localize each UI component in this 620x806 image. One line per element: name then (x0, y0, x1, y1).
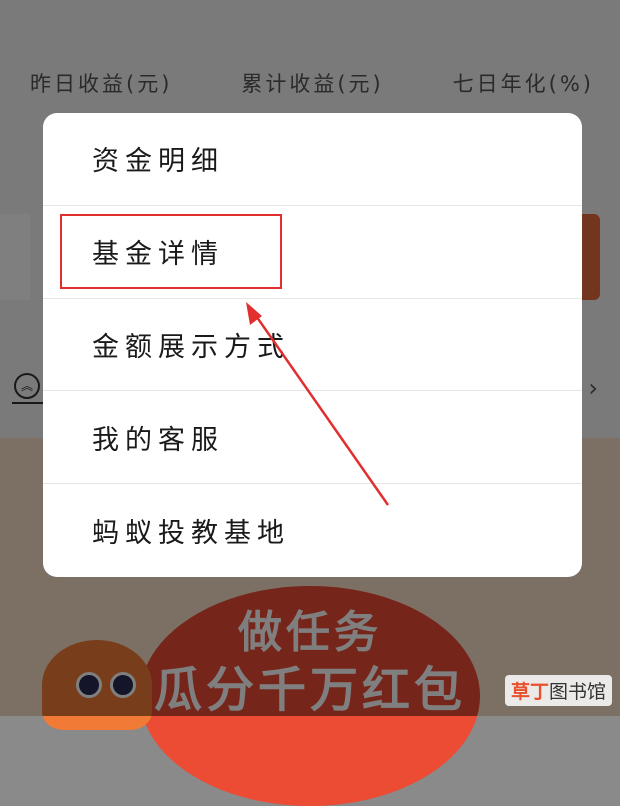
menu-item-amount-display[interactable]: 金额展示方式 (43, 299, 582, 392)
watermark: 草丁图书馆 (504, 675, 612, 706)
watermark-text: 图书馆 (548, 681, 606, 703)
menu-item-investor-education[interactable]: 蚂蚁投教基地 (43, 484, 582, 577)
more-options-menu: 资金明细 基金详情 金额展示方式 我的客服 蚂蚁投教基地 (43, 113, 582, 577)
menu-item-fund-details-flow[interactable]: 资金明细 (43, 113, 582, 206)
watermark-accent: 草丁 (510, 681, 549, 703)
menu-item-customer-service[interactable]: 我的客服 (43, 391, 582, 485)
annotation-highlight-box (60, 214, 282, 289)
